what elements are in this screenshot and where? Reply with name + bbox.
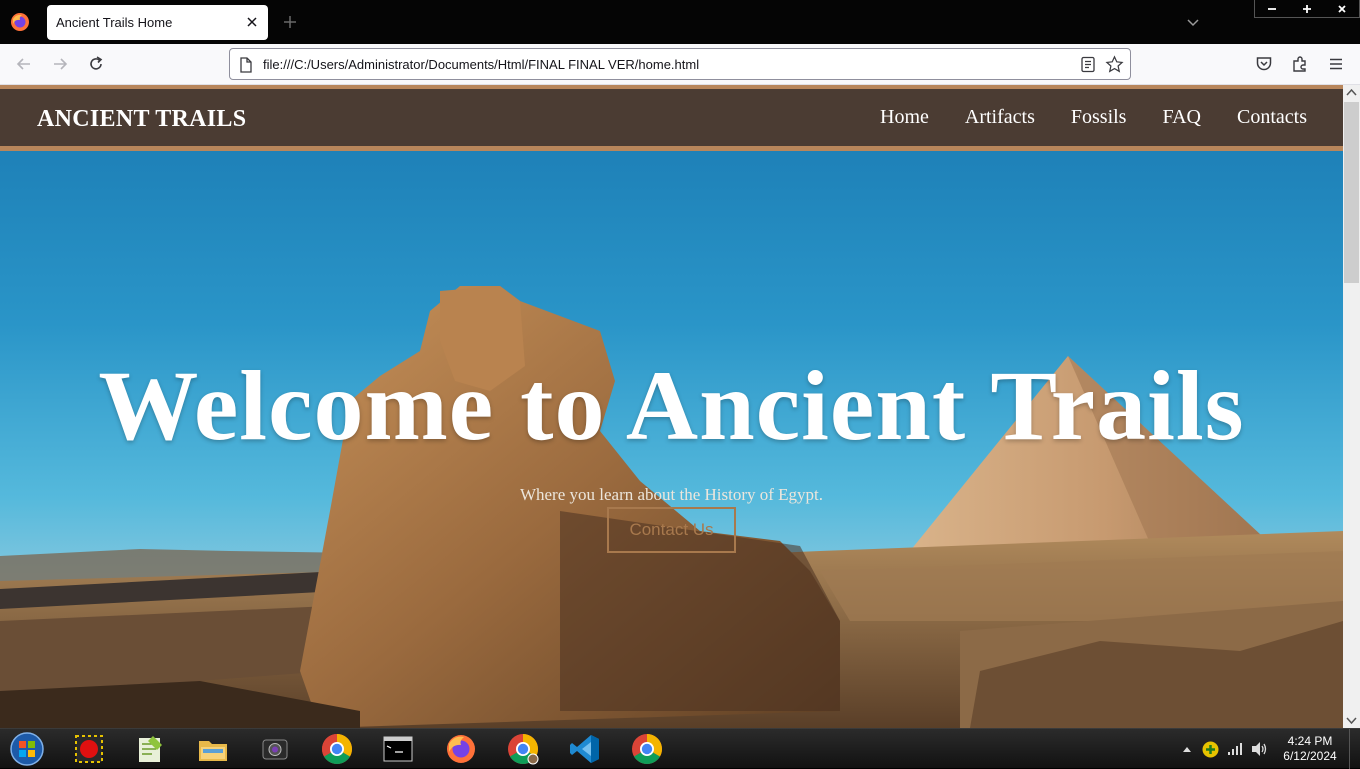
hero-title: Welcome to Ancient Trails	[98, 350, 1245, 461]
command-prompt-icon	[383, 736, 413, 762]
scroll-down-icon[interactable]	[1346, 717, 1357, 725]
taskbar-app-firefox[interactable]	[436, 732, 486, 766]
window-controls	[1254, 0, 1360, 18]
contact-us-button[interactable]: Contact Us	[607, 507, 736, 553]
reload-icon	[90, 56, 103, 70]
scrollbar-thumb[interactable]	[1344, 102, 1359, 283]
minimize-button[interactable]	[1255, 0, 1290, 17]
taskbar-app-vs-code[interactable]	[560, 732, 610, 766]
url-bar[interactable]: file:///C:/Users/Administrator/Documents…	[229, 48, 1131, 80]
forward-button[interactable]	[50, 54, 70, 74]
url-text: file:///C:/Users/Administrator/Documents…	[263, 57, 700, 72]
nav-link-artifacts[interactable]: Artifacts	[965, 106, 1035, 129]
clock-date: 6/12/2024	[1283, 749, 1337, 763]
hero-section: Welcome to Ancient Trails Where you lear…	[0, 151, 1343, 728]
close-icon[interactable]	[244, 14, 260, 30]
tab-title: Ancient Trails Home	[56, 15, 173, 30]
chevron-down-icon[interactable]	[1185, 14, 1201, 30]
nav-link-contacts[interactable]: Contacts	[1237, 106, 1307, 129]
page-viewport: ANCIENT TRAILS Home Artifacts Fossils FA…	[0, 85, 1343, 728]
camera-icon	[262, 739, 288, 760]
page-icon	[240, 57, 252, 73]
tab-strip: Ancient Trails Home	[0, 0, 1360, 44]
clock-time: 4:24 PM	[1287, 734, 1333, 748]
hero-subtitle: Where you learn about the History of Egy…	[519, 485, 824, 504]
close-window-button[interactable]	[1324, 0, 1359, 17]
firefox-icon	[447, 735, 475, 763]
minimize-icon	[1268, 7, 1277, 10]
reader-view-icon[interactable]	[1080, 56, 1096, 73]
back-button[interactable]	[14, 54, 34, 74]
taskbar-app-camera[interactable]	[250, 732, 300, 766]
reload-button[interactable]	[86, 54, 106, 74]
menu-icon	[1330, 58, 1342, 70]
site-brand[interactable]: ANCIENT TRAILS	[37, 106, 246, 133]
taskbar-app-file-explorer[interactable]	[188, 732, 238, 766]
pocket-icon	[1256, 57, 1272, 71]
maximize-button[interactable]	[1290, 0, 1325, 17]
taskbar: 4:24 PM 6/12/2024	[0, 728, 1360, 769]
taskbar-app-notepad-plus-plus[interactable]	[125, 732, 175, 766]
nav-link-fossils[interactable]: Fossils	[1071, 106, 1127, 129]
pocket-button[interactable]	[1254, 54, 1274, 74]
forward-icon	[54, 58, 68, 70]
start-orb-icon[interactable]	[8, 731, 46, 767]
taskbar-clock[interactable]: 4:24 PM 6/12/2024	[1278, 734, 1342, 764]
site-nav: Home Artifacts Fossils FAQ Contacts	[880, 106, 1307, 129]
chrome-icon	[508, 734, 539, 765]
bookmark-star-icon[interactable]	[1105, 55, 1124, 74]
browser-toolbar: file:///C:/Users/Administrator/Documents…	[0, 44, 1360, 85]
vs-code-icon	[570, 735, 599, 763]
tray-expand-icon[interactable]	[1183, 746, 1191, 752]
scroll-up-icon[interactable]	[1346, 88, 1357, 96]
volume-icon[interactable]	[1251, 741, 1268, 757]
maximize-icon	[1303, 4, 1311, 13]
chrome-icon	[321, 734, 353, 765]
extensions-icon	[1293, 56, 1306, 72]
record-icon	[75, 735, 103, 763]
notepad-plus-plus-icon	[139, 736, 162, 762]
app-menu-button[interactable]	[1326, 54, 1346, 74]
nav-link-faq[interactable]: FAQ	[1162, 106, 1201, 129]
vertical-scrollbar[interactable]	[1343, 85, 1360, 728]
network-icon[interactable]	[1227, 742, 1243, 756]
folder-icon	[199, 741, 227, 761]
tab-active[interactable]: Ancient Trails Home	[47, 5, 268, 40]
firefox-icon[interactable]	[10, 12, 30, 32]
close-icon	[1338, 4, 1346, 13]
taskbar-app-chrome[interactable]	[312, 732, 362, 766]
nav-link-home[interactable]: Home	[880, 106, 929, 129]
taskbar-app-record[interactable]	[64, 732, 114, 766]
back-icon	[16, 58, 30, 70]
show-desktop-button[interactable]	[1349, 729, 1360, 769]
plus-icon[interactable]	[281, 13, 299, 31]
extensions-button[interactable]	[1290, 54, 1310, 74]
site-header: ANCIENT TRAILS Home Artifacts Fossils FA…	[0, 85, 1343, 151]
taskbar-app-chrome-2[interactable]	[622, 732, 672, 766]
chrome-icon	[632, 734, 663, 765]
tray-app-icon[interactable]	[1202, 741, 1219, 758]
taskbar-app-command-prompt[interactable]	[373, 732, 423, 766]
taskbar-app-chrome-profile[interactable]	[498, 732, 548, 766]
